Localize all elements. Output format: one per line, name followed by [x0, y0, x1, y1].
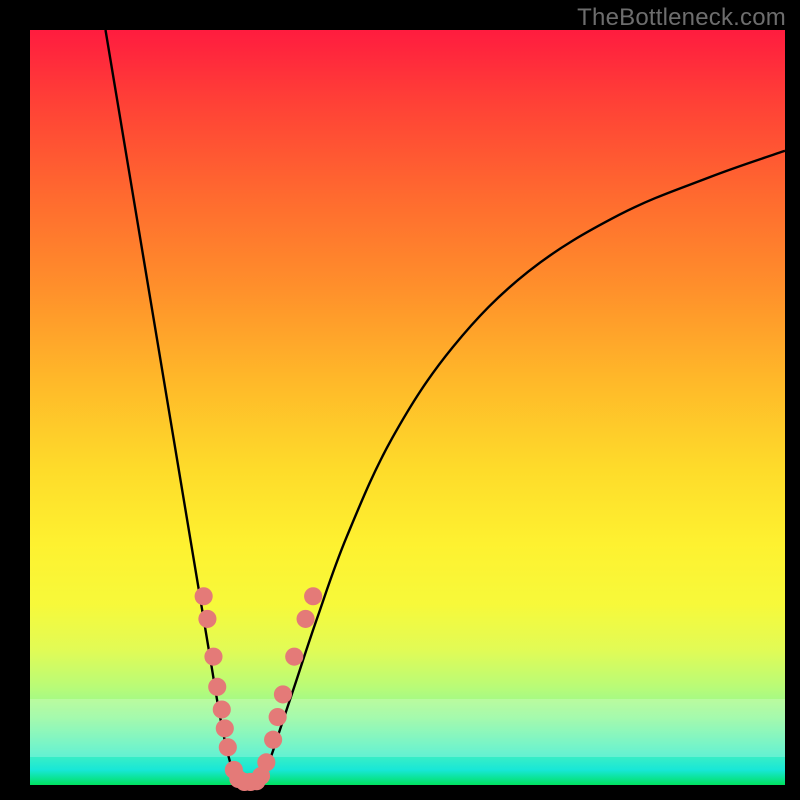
plot-area [30, 30, 785, 785]
marker-dot [198, 610, 216, 628]
curve-left [106, 30, 242, 785]
marker-dot [274, 685, 292, 703]
marker-dot [297, 610, 315, 628]
marker-dot [204, 648, 222, 666]
marker-dot [285, 648, 303, 666]
marker-dot [208, 678, 226, 696]
curve-right [257, 151, 786, 785]
watermark-text: TheBottleneck.com [577, 4, 786, 32]
marker-dots [195, 587, 323, 791]
marker-dot [216, 719, 234, 737]
marker-dot [213, 700, 231, 718]
marker-dot [264, 731, 282, 749]
chart-frame: TheBottleneck.com [0, 0, 800, 800]
curve-layer [30, 30, 785, 785]
marker-dot [219, 738, 237, 756]
marker-dot [195, 587, 213, 605]
marker-dot [304, 587, 322, 605]
marker-dot [269, 708, 287, 726]
